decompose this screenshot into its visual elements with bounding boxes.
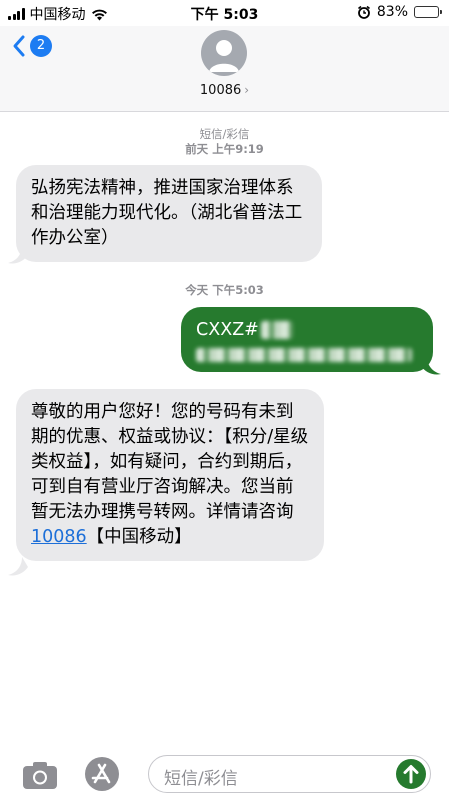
back-chevron-icon — [13, 35, 25, 57]
send-arrow-icon — [403, 765, 419, 784]
message-text: 尊敬的用户您好！您的号码有未到期的优惠、权益或协议：【积分/星级类权益】，如有疑… — [31, 402, 309, 522]
timestamp-2: 今天 下午5:03 — [185, 283, 264, 297]
send-button[interactable] — [396, 759, 426, 789]
redacted-blur — [196, 348, 412, 362]
redacted-blur — [260, 321, 293, 339]
phone-link[interactable]: 10086 — [31, 527, 87, 547]
alarm-icon — [357, 5, 370, 19]
camera-icon[interactable] — [22, 760, 58, 790]
conversation-header: 2 10086 › — [0, 26, 449, 112]
app-store-icon[interactable] — [85, 757, 119, 791]
chevron-right-icon: › — [244, 83, 250, 97]
message-text: 弘扬宪法精神，推进国家治理体系和治理能力现代化。（湖北省普法工作办公室） — [31, 178, 303, 248]
timestamp-1: 前天 上午9:19 — [185, 142, 264, 156]
message-input[interactable]: 短信/彩信 — [148, 755, 431, 793]
incoming-message-1[interactable]: 弘扬宪法精神，推进国家治理体系和治理能力现代化。（湖北省普法工作办公室） — [16, 165, 322, 262]
input-placeholder: 短信/彩信 — [164, 769, 238, 789]
battery-percent: 83% — [376, 4, 408, 20]
bubble-tail — [8, 245, 28, 264]
bubble-tail — [8, 557, 28, 576]
outgoing-text: CXXZ# — [196, 320, 259, 340]
message-type-label: 短信/彩信 — [199, 127, 250, 141]
status-bar: 中国移动 下午 5:03 83% — [0, 0, 449, 26]
outgoing-message[interactable]: CXXZ# — [181, 307, 433, 372]
bubble-tail — [421, 356, 441, 375]
back-button[interactable]: 2 — [12, 34, 52, 58]
incoming-message-2[interactable]: 尊敬的用户您好！您的号码有未到期的优惠、权益或协议：【积分/星级类权益】，如有疑… — [16, 389, 324, 561]
unread-badge: 2 — [30, 35, 52, 57]
battery-icon — [414, 6, 442, 18]
contact-name-button[interactable]: 10086 › — [0, 83, 449, 98]
contact-name: 10086 — [199, 83, 242, 98]
message-suffix: 【中国移动】 — [86, 527, 192, 547]
avatar-icon[interactable] — [201, 30, 247, 76]
